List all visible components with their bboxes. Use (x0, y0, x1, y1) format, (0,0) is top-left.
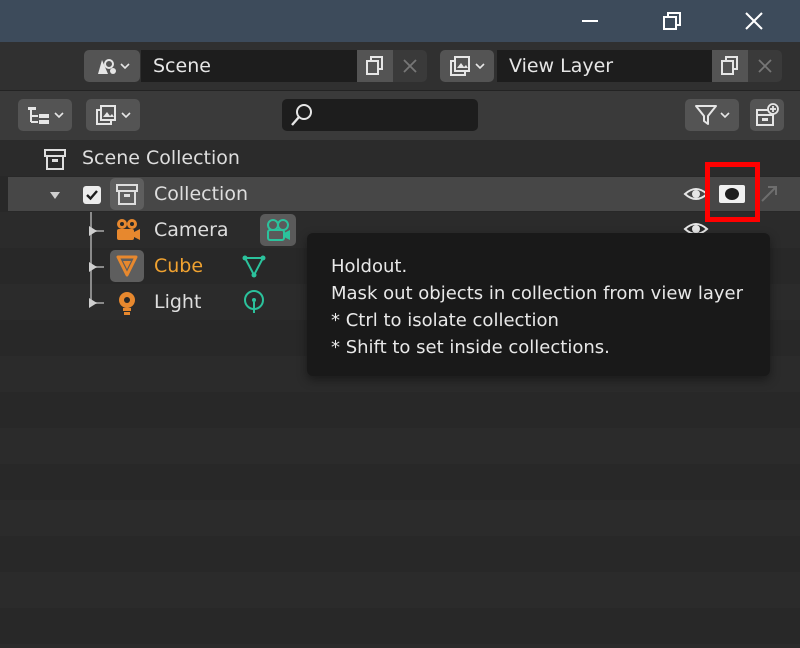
light-data-icon[interactable] (240, 288, 268, 316)
expand-arrow-icon[interactable] (86, 224, 100, 238)
view-layer-name-field[interactable]: View Layer (497, 50, 712, 82)
expand-arrow-icon[interactable] (86, 296, 100, 310)
collection-label[interactable]: Collection (154, 183, 248, 205)
chevron-down-icon (54, 112, 64, 119)
render-layers-icon (96, 105, 116, 125)
scene-collection-label[interactable]: Scene Collection (82, 147, 240, 169)
checkbox-checked-icon (83, 186, 101, 204)
filter-button[interactable] (685, 99, 739, 131)
scene-browse-button[interactable] (84, 50, 140, 82)
new-scene-button[interactable] (357, 50, 393, 82)
display-mode-button[interactable] (86, 99, 140, 131)
restore-icon (663, 12, 681, 30)
camera-label[interactable]: Camera (154, 219, 229, 241)
expand-arrow-icon[interactable] (86, 260, 100, 274)
chevron-down-icon (120, 63, 130, 70)
restore-button[interactable] (642, 0, 702, 42)
collection-icon (110, 178, 144, 210)
light-object-icon (113, 288, 141, 318)
new-view-layer-button[interactable] (712, 50, 748, 82)
search-icon (288, 101, 316, 129)
close-button[interactable] (724, 0, 784, 42)
cube-label[interactable]: Cube (154, 255, 203, 277)
delete-scene-button[interactable] (393, 50, 427, 82)
light-label[interactable]: Light (154, 291, 201, 313)
scene-name-field[interactable]: Scene (141, 50, 357, 82)
x-icon (403, 59, 417, 73)
new-collection-icon (756, 103, 779, 126)
duplicate-icon (366, 56, 383, 75)
scene-view-layer-bar: Scene View Layer (0, 42, 800, 90)
mesh-object-icon (110, 250, 144, 282)
delete-view-layer-button[interactable] (748, 50, 782, 82)
tooltip-shift-hint: * Shift to set inside collections. (331, 337, 610, 358)
new-collection-button[interactable] (750, 99, 784, 131)
outliner-icon (28, 107, 49, 124)
tooltip-ctrl-hint: * Ctrl to isolate collection (331, 310, 559, 331)
collection-checkbox[interactable] (81, 184, 103, 206)
holdout-tooltip: Holdout. Mask out objects in collection … (307, 233, 770, 376)
highlight-box (705, 162, 760, 222)
scene-collection-icon (42, 146, 68, 172)
chevron-down-icon (475, 63, 485, 70)
minimize-button[interactable] (560, 0, 620, 42)
close-icon (745, 12, 763, 30)
camera-data-icon[interactable] (260, 214, 296, 246)
tooltip-description: Mask out objects in collection from view… (331, 283, 744, 304)
render-layers-icon (450, 56, 470, 76)
minimize-icon (582, 20, 598, 22)
chevron-down-icon (720, 112, 730, 119)
tooltip-title: Holdout. (331, 256, 408, 277)
chevron-down-icon (121, 112, 131, 119)
expand-triangle-icon[interactable] (46, 186, 64, 204)
camera-object-icon (112, 216, 142, 244)
window-titlebar (0, 0, 800, 42)
duplicate-icon (721, 56, 738, 75)
editor-type-button[interactable] (18, 99, 72, 131)
scene-icon (98, 59, 116, 74)
funnel-icon (695, 105, 717, 125)
view-layer-browse-button[interactable] (440, 50, 494, 82)
outliner-header (0, 90, 800, 140)
x-icon (758, 59, 772, 73)
mesh-data-icon[interactable] (240, 252, 268, 280)
